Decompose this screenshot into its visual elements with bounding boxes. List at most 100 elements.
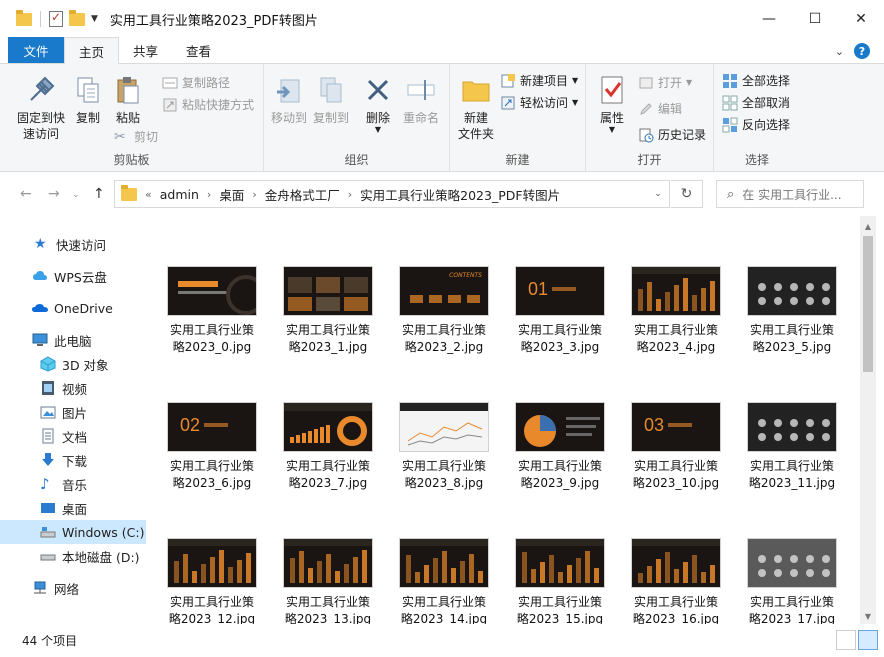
copy-to-button[interactable]: 复制到 — [310, 74, 352, 126]
file-item[interactable]: 实用工具行业策 略2023_17.jpg — [740, 538, 844, 624]
delete-button[interactable]: 删除 ▼ — [360, 74, 396, 134]
file-item[interactable]: 实用工具行业策 略2023_11.jpg — [740, 402, 844, 512]
breadcrumb-item[interactable]: admin — [160, 187, 199, 202]
sidebar-item-wps-cloud[interactable]: WPS云盘 — [0, 264, 146, 288]
pin-to-quick-access-button[interactable]: 固定到快 速访问 — [14, 74, 68, 142]
file-item[interactable]: 实用工具行业策 略2023_12.jpg — [160, 538, 264, 624]
select-none-button[interactable]: 全部取消 — [722, 94, 790, 111]
move-to-button[interactable]: 移动到 — [268, 74, 310, 126]
address-bar[interactable]: « admin › 桌面 › 金舟格式工厂 › 实用工具行业策略2023_PDF… — [114, 180, 670, 208]
back-arrow-icon[interactable]: ← — [20, 186, 32, 202]
recent-locations-chevron-icon[interactable]: ⌄ — [72, 190, 80, 200]
search-box[interactable]: ⌕ 在 实用工具行业... — [716, 180, 864, 208]
tab-share[interactable]: 共享 — [119, 37, 172, 63]
sidebar-item-drive-d[interactable]: 本地磁盘 (D:) — [0, 544, 146, 568]
history-button[interactable]: 历史记录 — [638, 126, 706, 143]
sidebar-item-3d-objects[interactable]: 3D 对象 — [0, 352, 146, 376]
file-item[interactable]: 01 实用工具行业策 略2023_3.jpg — [508, 266, 612, 376]
refresh-button[interactable]: ↻ — [671, 180, 703, 208]
sidebar-item-documents[interactable]: 文档 — [0, 424, 146, 448]
select-all-button[interactable]: 全部选择 — [722, 72, 790, 89]
file-name-line: 实用工具行业策 — [517, 595, 602, 609]
sidebar-item-desktop[interactable]: 桌面 — [0, 496, 146, 520]
help-icon[interactable]: ? — [854, 43, 870, 59]
open-button[interactable]: 打开 ▼ — [638, 74, 692, 91]
new-folder-label: 新建 文件夹 — [457, 111, 494, 141]
delete-chevron-icon[interactable]: ▼ — [375, 126, 381, 134]
close-button[interactable]: ✕ — [838, 0, 884, 38]
sidebar-item-downloads[interactable]: 下载 — [0, 448, 146, 472]
video-icon — [42, 381, 54, 395]
file-item[interactable]: 03 实用工具行业策 略2023_10.jpg — [624, 402, 728, 512]
pin-label: 固定到快 速访问 — [16, 111, 65, 141]
tab-home[interactable]: 主页 — [64, 37, 120, 64]
sidebar-item-pictures[interactable]: 图片 — [0, 400, 146, 424]
breadcrumb-separator-icon[interactable]: › — [348, 188, 352, 201]
forward-arrow-icon[interactable]: → — [48, 186, 60, 202]
rename-button[interactable]: 重命名 — [400, 74, 442, 126]
copy-button[interactable]: 复制 — [70, 74, 106, 126]
new-folder-button[interactable]: 新建 文件夹 — [454, 74, 498, 142]
edit-button[interactable]: 编辑 — [638, 100, 682, 117]
breadcrumb-item[interactable]: 桌面 — [219, 185, 244, 204]
file-name: 实用工具行业策 略2023_12.jpg — [160, 594, 264, 624]
file-item[interactable]: CONTENTS 实用工具行业策 略2023_2.jpg — [392, 266, 496, 376]
expand-ribbon-chevron-icon[interactable]: ⌄ — [835, 45, 844, 58]
properties-icon[interactable] — [49, 10, 63, 27]
file-item[interactable]: 实用工具行业策 略2023_7.jpg — [276, 402, 380, 512]
scrollbar-thumb[interactable] — [863, 236, 873, 372]
file-item[interactable]: 实用工具行业策 略2023_5.jpg — [740, 266, 844, 376]
image-thumbnail: 02 — [167, 402, 257, 452]
file-item[interactable]: 实用工具行业策 略2023_9.jpg — [508, 402, 612, 512]
paste-shortcut-button[interactable]: 粘贴快捷方式 — [162, 96, 254, 113]
navigation-bar: ← → ⌄ ↑ « admin › 桌面 › 金舟格式工厂 › 实用工具行业策略… — [0, 172, 884, 216]
breadcrumb-item[interactable]: 实用工具行业策略2023_PDF转图片 — [360, 185, 560, 204]
sidebar-item-quick-access[interactable]: ★ 快速访问 — [0, 232, 146, 256]
file-item[interactable]: 实用工具行业策 略2023_15.jpg — [508, 538, 612, 624]
tab-view[interactable]: 查看 — [172, 37, 225, 63]
customize-toolbar-chevron-icon[interactable]: ▼ — [91, 14, 98, 24]
easy-access-button[interactable]: 轻松访问 ▼ — [500, 94, 578, 111]
file-item[interactable]: 实用工具行业策 略2023_14.jpg — [392, 538, 496, 624]
breadcrumb-separator-icon[interactable]: › — [252, 188, 256, 201]
sidebar-item-network[interactable]: 网络 — [0, 576, 146, 600]
large-icons-view-button[interactable] — [858, 630, 878, 650]
file-item[interactable]: 实用工具行业策 略2023_16.jpg — [624, 538, 728, 624]
file-item[interactable]: 02 实用工具行业策 略2023_6.jpg — [160, 402, 264, 512]
sidebar-item-music[interactable]: ♪ 音乐 — [0, 472, 146, 496]
breadcrumb-item[interactable]: 金舟格式工厂 — [265, 185, 340, 204]
scroll-down-arrow-icon[interactable]: ▼ — [860, 608, 876, 624]
breadcrumb-separator-icon[interactable]: › — [207, 188, 211, 201]
minimize-button[interactable]: — — [746, 0, 792, 38]
file-item[interactable]: 实用工具行业策 略2023_0.jpg — [160, 266, 264, 376]
invert-selection-button[interactable]: 反向选择 — [722, 116, 790, 133]
details-view-button[interactable] — [836, 630, 856, 650]
up-arrow-icon[interactable]: ↑ — [93, 186, 105, 202]
image-thumbnail — [167, 266, 257, 316]
vertical-scrollbar[interactable]: ▲ ▼ — [860, 216, 876, 624]
tab-file[interactable]: 文件 — [8, 37, 64, 63]
file-item[interactable]: 实用工具行业策 略2023_4.jpg — [624, 266, 728, 376]
file-item[interactable]: 实用工具行业策 略2023_13.jpg — [276, 538, 380, 624]
new-folder-icon[interactable] — [69, 9, 85, 26]
invert-selection-label: 反向选择 — [742, 118, 791, 132]
paste-button[interactable]: 粘贴 — [110, 74, 146, 126]
scissors-icon: ✂ — [114, 128, 126, 145]
edit-icon — [640, 102, 652, 115]
breadcrumb-overflow[interactable]: « — [145, 188, 152, 201]
copy-path-button[interactable]: 复制路径 — [162, 74, 230, 91]
scroll-up-arrow-icon[interactable]: ▲ — [860, 218, 876, 234]
maximize-button[interactable]: ☐ — [792, 0, 838, 38]
sidebar-item-onedrive[interactable]: OneDrive — [0, 296, 146, 320]
sidebar-item-videos[interactable]: 视频 — [0, 376, 146, 400]
cut-button[interactable]: ✂ 剪切 — [114, 128, 158, 145]
status-bar: 44 个项目 — [0, 624, 884, 657]
sidebar-item-this-pc[interactable]: 此电脑 — [0, 328, 146, 352]
properties-button[interactable]: 属性 ▼ — [592, 74, 632, 134]
sidebar-item-windows-c[interactable]: Windows (C:) — [0, 520, 146, 544]
address-history-chevron-icon[interactable]: ⌄ — [647, 181, 669, 207]
file-item[interactable]: 实用工具行业策 略2023_8.jpg — [392, 402, 496, 512]
new-item-button[interactable]: 新建项目 ▼ — [500, 72, 578, 89]
properties-chevron-icon[interactable]: ▼ — [609, 126, 615, 134]
file-item[interactable]: 实用工具行业策 略2023_1.jpg — [276, 266, 380, 376]
